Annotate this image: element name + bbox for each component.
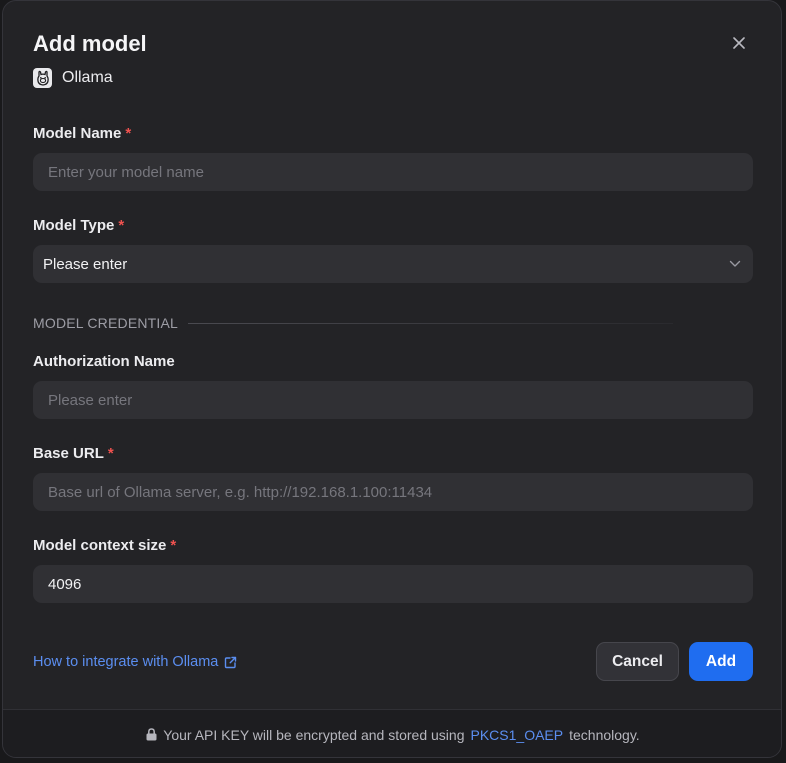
- add-button[interactable]: Add: [689, 642, 753, 681]
- context-size-label: Model context size *: [33, 537, 176, 554]
- close-icon: [733, 37, 745, 49]
- model-name-label-text: Model Name: [33, 125, 122, 142]
- required-mark: *: [107, 445, 114, 462]
- model-name-label: Model Name *: [33, 125, 131, 142]
- provider-name: Ollama: [62, 69, 113, 86]
- add-model-dialog: Add model Ollama Model Name* Model Type*…: [2, 0, 782, 758]
- section-title: MODEL CREDENTIAL: [33, 315, 179, 331]
- authorization-name-label-text: Authorization Name: [33, 353, 175, 370]
- help-link-text: How to integrate with Ollama: [33, 654, 219, 670]
- model-credential-section: MODEL CREDENTIAL: [33, 314, 673, 332]
- context-size-input[interactable]: [33, 565, 753, 603]
- pkcs1-oaep-link[interactable]: PKCS1_OAEP: [471, 727, 564, 743]
- authorization-name-input[interactable]: [33, 381, 753, 419]
- provider-info: Ollama: [33, 67, 113, 89]
- required-mark: *: [170, 537, 177, 554]
- model-type-label-text: Model Type: [33, 217, 115, 234]
- dialog-title: Add model: [33, 31, 147, 56]
- integration-help-link[interactable]: How to integrate with Ollama: [33, 652, 237, 672]
- model-type-label: Model Type *: [33, 217, 124, 234]
- required-mark: *: [125, 125, 132, 142]
- authorization-name-label: Authorization Name: [33, 353, 175, 370]
- ollama-logo-icon: [33, 68, 52, 88]
- external-link-icon: [225, 656, 237, 668]
- footer-text-before: Your API KEY will be encrypted and store…: [163, 726, 465, 743]
- cancel-button[interactable]: Cancel: [596, 642, 679, 681]
- model-name-input[interactable]: [33, 153, 753, 191]
- chevron-down-icon: [729, 260, 741, 267]
- lock-icon: [146, 728, 157, 741]
- context-size-label-text: Model context size: [33, 537, 167, 554]
- model-type-select[interactable]: Please enter: [33, 245, 753, 283]
- base-url-input[interactable]: [33, 473, 753, 511]
- required-mark: *: [118, 217, 125, 234]
- footer-text-after: technology.: [569, 726, 640, 743]
- base-url-label: Base URL *: [33, 445, 114, 462]
- model-type-value: Please enter: [43, 255, 128, 273]
- base-url-label-text: Base URL: [33, 445, 104, 462]
- close-button[interactable]: [729, 33, 749, 53]
- section-divider: [188, 322, 673, 324]
- encryption-notice: Your API KEY will be encrypted and store…: [3, 709, 781, 757]
